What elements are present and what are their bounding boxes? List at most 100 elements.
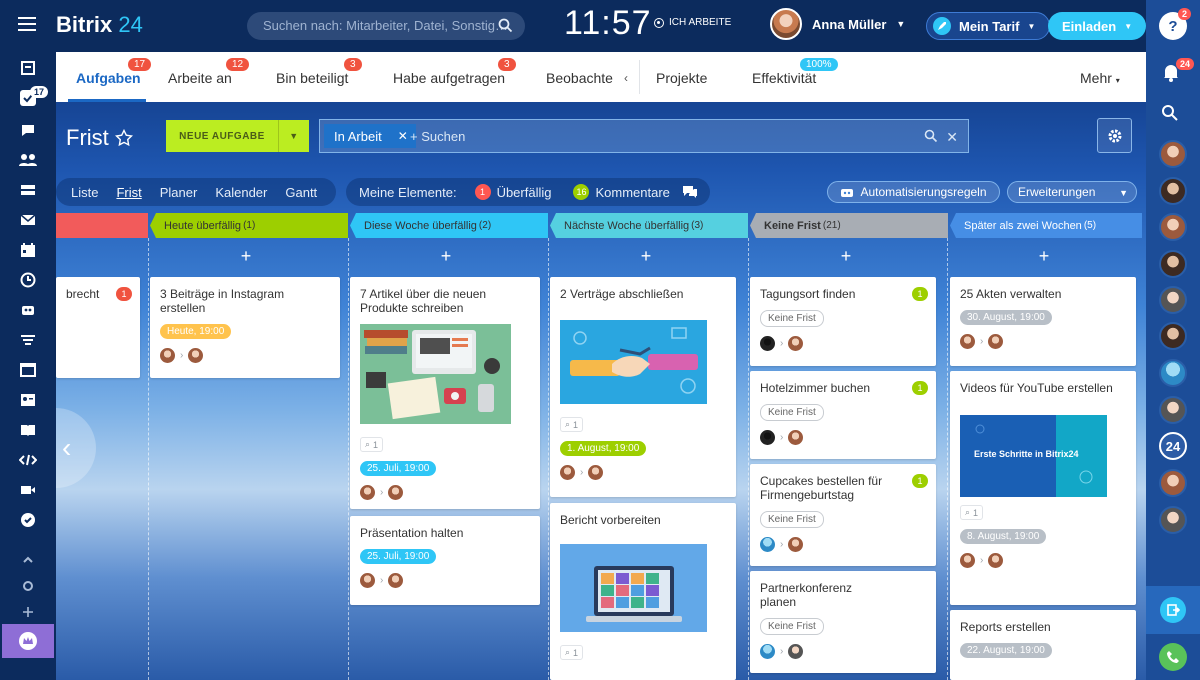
crown-button[interactable] bbox=[2, 624, 54, 658]
search-input[interactable]: Suchen nach: Mitarbeiter, Datei, Sonstig… bbox=[247, 12, 525, 40]
feed-icon[interactable] bbox=[16, 56, 40, 80]
tab-effektivitaet[interactable]: Effektivität 100% bbox=[752, 58, 838, 86]
creator-avatar[interactable] bbox=[360, 573, 375, 588]
video-icon[interactable] bbox=[16, 478, 40, 502]
chip-close-icon[interactable]: ✕ bbox=[398, 129, 408, 143]
task-card[interactable]: Cupcakes bestellen für Firmengeburtstag … bbox=[750, 464, 936, 566]
creator-avatar[interactable] bbox=[760, 430, 775, 445]
robot-icon[interactable] bbox=[16, 298, 40, 322]
contact-avatar[interactable] bbox=[1159, 396, 1187, 424]
funnel-icon[interactable] bbox=[16, 328, 40, 352]
contact-avatar[interactable] bbox=[1159, 213, 1187, 241]
search-icon[interactable] bbox=[1161, 104, 1179, 122]
task-card[interactable]: 25 Akten verwalten 30. August, 19:00 › bbox=[950, 277, 1136, 366]
assignee-avatar[interactable] bbox=[988, 553, 1004, 568]
add-card-button[interactable]: + bbox=[151, 246, 341, 267]
creator-avatar[interactable] bbox=[360, 485, 375, 500]
column-header[interactable]: Nächste Woche überfällig (3) bbox=[550, 213, 748, 238]
new-task-button[interactable]: NEUE AUFGABE ▼ bbox=[166, 120, 309, 152]
collapse-up-icon[interactable] bbox=[16, 548, 40, 572]
drive-icon[interactable] bbox=[16, 178, 40, 202]
assignee-avatar[interactable] bbox=[388, 573, 404, 588]
phone-button[interactable] bbox=[1146, 634, 1200, 680]
settings-button[interactable] bbox=[1097, 118, 1132, 153]
tab-arbeite-an[interactable]: Arbeite an 12 bbox=[168, 58, 250, 86]
task-card[interactable]: Partnerkonferenz planen Keine Frist › bbox=[750, 571, 936, 673]
view-frist[interactable]: Frist bbox=[116, 185, 141, 200]
deadline-badge[interactable]: Keine Frist bbox=[760, 511, 824, 528]
overdue-count[interactable]: 1 bbox=[474, 184, 491, 200]
extensions-button[interactable]: Erweiterungen ▼ bbox=[1007, 181, 1137, 203]
overdue-label[interactable]: Überfällig bbox=[497, 185, 552, 200]
tab-habe-aufgetragen[interactable]: Habe aufgetragen 3 bbox=[393, 58, 516, 86]
deadline-badge[interactable]: Keine Frist bbox=[760, 618, 824, 635]
creator-avatar[interactable] bbox=[760, 336, 775, 351]
mail-icon[interactable] bbox=[16, 208, 40, 232]
column-header[interactable] bbox=[56, 213, 148, 238]
check-circle-icon[interactable] bbox=[16, 508, 40, 532]
contact-avatar[interactable] bbox=[1159, 322, 1187, 350]
comments-label[interactable]: Kommentare bbox=[595, 185, 669, 200]
add-card-button[interactable]: + bbox=[351, 246, 541, 267]
assignee-avatar[interactable] bbox=[788, 336, 804, 351]
filter-search[interactable]: In Arbeit ✕ + Suchen ✕ bbox=[319, 119, 969, 153]
search-icon[interactable] bbox=[924, 129, 938, 143]
deadline-badge[interactable]: 25. Juli, 19:00 bbox=[360, 461, 437, 476]
openlines-button[interactable] bbox=[1146, 586, 1200, 634]
logo[interactable]: Bitrix 24 bbox=[56, 12, 143, 38]
assignee-avatar[interactable] bbox=[788, 537, 804, 552]
view-planer[interactable]: Planer bbox=[160, 185, 198, 200]
task-card[interactable]: Videos für YouTube erstellen Erste Schri… bbox=[950, 371, 1136, 605]
assignee-avatar[interactable] bbox=[388, 485, 404, 500]
creator-avatar[interactable] bbox=[960, 553, 975, 568]
view-gantt[interactable]: Gantt bbox=[285, 185, 317, 200]
chevron-down-icon[interactable]: ▼ bbox=[278, 120, 309, 152]
view-liste[interactable]: Liste bbox=[71, 185, 98, 200]
invite-button[interactable]: Einladen ▼ bbox=[1048, 12, 1147, 40]
tab-beobachte[interactable]: Beobachte bbox=[546, 70, 613, 86]
automation-button[interactable]: Automatisierungsregeln bbox=[827, 181, 1000, 203]
column-header[interactable]: Diese Woche überfällig (2) bbox=[350, 213, 548, 238]
contacts-icon[interactable] bbox=[16, 388, 40, 412]
contact-avatar[interactable] bbox=[1159, 359, 1187, 387]
sites-icon[interactable] bbox=[16, 358, 40, 382]
attachment-count[interactable]: ⌕ 1 bbox=[960, 505, 984, 520]
task-card[interactable]: 7 Artikel über die neuen Produkte schrei… bbox=[350, 277, 540, 509]
deadline-badge[interactable]: Heute, 19:00 bbox=[160, 324, 232, 339]
deadline-badge[interactable]: 30. August, 19:00 bbox=[960, 310, 1052, 325]
bitrix24-chat[interactable]: 24 bbox=[1159, 432, 1187, 460]
attachment-count[interactable]: ⌕ 1 bbox=[560, 645, 584, 660]
deadline-badge[interactable]: 8. August, 19:00 bbox=[960, 529, 1047, 544]
task-card[interactable]: Reports erstellen 22. August, 19:00 bbox=[950, 610, 1136, 680]
clear-icon[interactable]: ✕ bbox=[946, 129, 958, 146]
task-card[interactable]: 3 Beiträge in Instagram erstellen Heute,… bbox=[150, 277, 340, 378]
column-header[interactable]: Später als zwei Wochen (5) bbox=[950, 213, 1142, 238]
add-card-button[interactable]: + bbox=[551, 246, 741, 267]
task-card[interactable]: 2 Verträge abschließen ⌕ 1 1. August, 19:… bbox=[550, 277, 736, 497]
tab-aufgaben[interactable]: Aufgaben 17 bbox=[76, 58, 152, 86]
tab-projekte[interactable]: Projekte bbox=[656, 70, 707, 86]
search-icon[interactable] bbox=[498, 18, 513, 33]
menu-icon[interactable] bbox=[18, 16, 36, 32]
scroll-left-button[interactable]: ‹ bbox=[56, 408, 96, 488]
deadline-badge[interactable]: 1. August, 19:00 bbox=[560, 441, 647, 456]
chat-icon[interactable] bbox=[16, 118, 40, 142]
deadline-badge[interactable]: Keine Frist bbox=[760, 310, 824, 327]
contact-avatar[interactable] bbox=[1159, 506, 1187, 534]
settings-icon[interactable] bbox=[16, 574, 40, 598]
creator-avatar[interactable] bbox=[760, 537, 775, 552]
star-icon[interactable] bbox=[114, 129, 133, 147]
work-status[interactable]: ICH ARBEITE bbox=[654, 17, 731, 28]
task-card[interactable]: Tagungsort finden 1 Keine Frist › bbox=[750, 277, 936, 366]
view-kalender[interactable]: Kalender bbox=[215, 185, 267, 200]
attachment-count[interactable]: ⌕ 1 bbox=[360, 437, 384, 452]
contact-avatar[interactable] bbox=[1159, 140, 1187, 168]
column-header[interactable]: Keine Frist (21) bbox=[750, 213, 948, 238]
assignee-avatar[interactable] bbox=[188, 348, 204, 363]
chevron-left-icon[interactable]: ‹ bbox=[624, 71, 628, 85]
task-card[interactable]: brecht 1 bbox=[56, 277, 140, 378]
attachment-count[interactable]: ⌕ 1 bbox=[560, 417, 584, 432]
creator-avatar[interactable] bbox=[560, 465, 575, 480]
assignee-avatar[interactable] bbox=[788, 430, 804, 445]
contact-avatar[interactable] bbox=[1159, 286, 1187, 314]
